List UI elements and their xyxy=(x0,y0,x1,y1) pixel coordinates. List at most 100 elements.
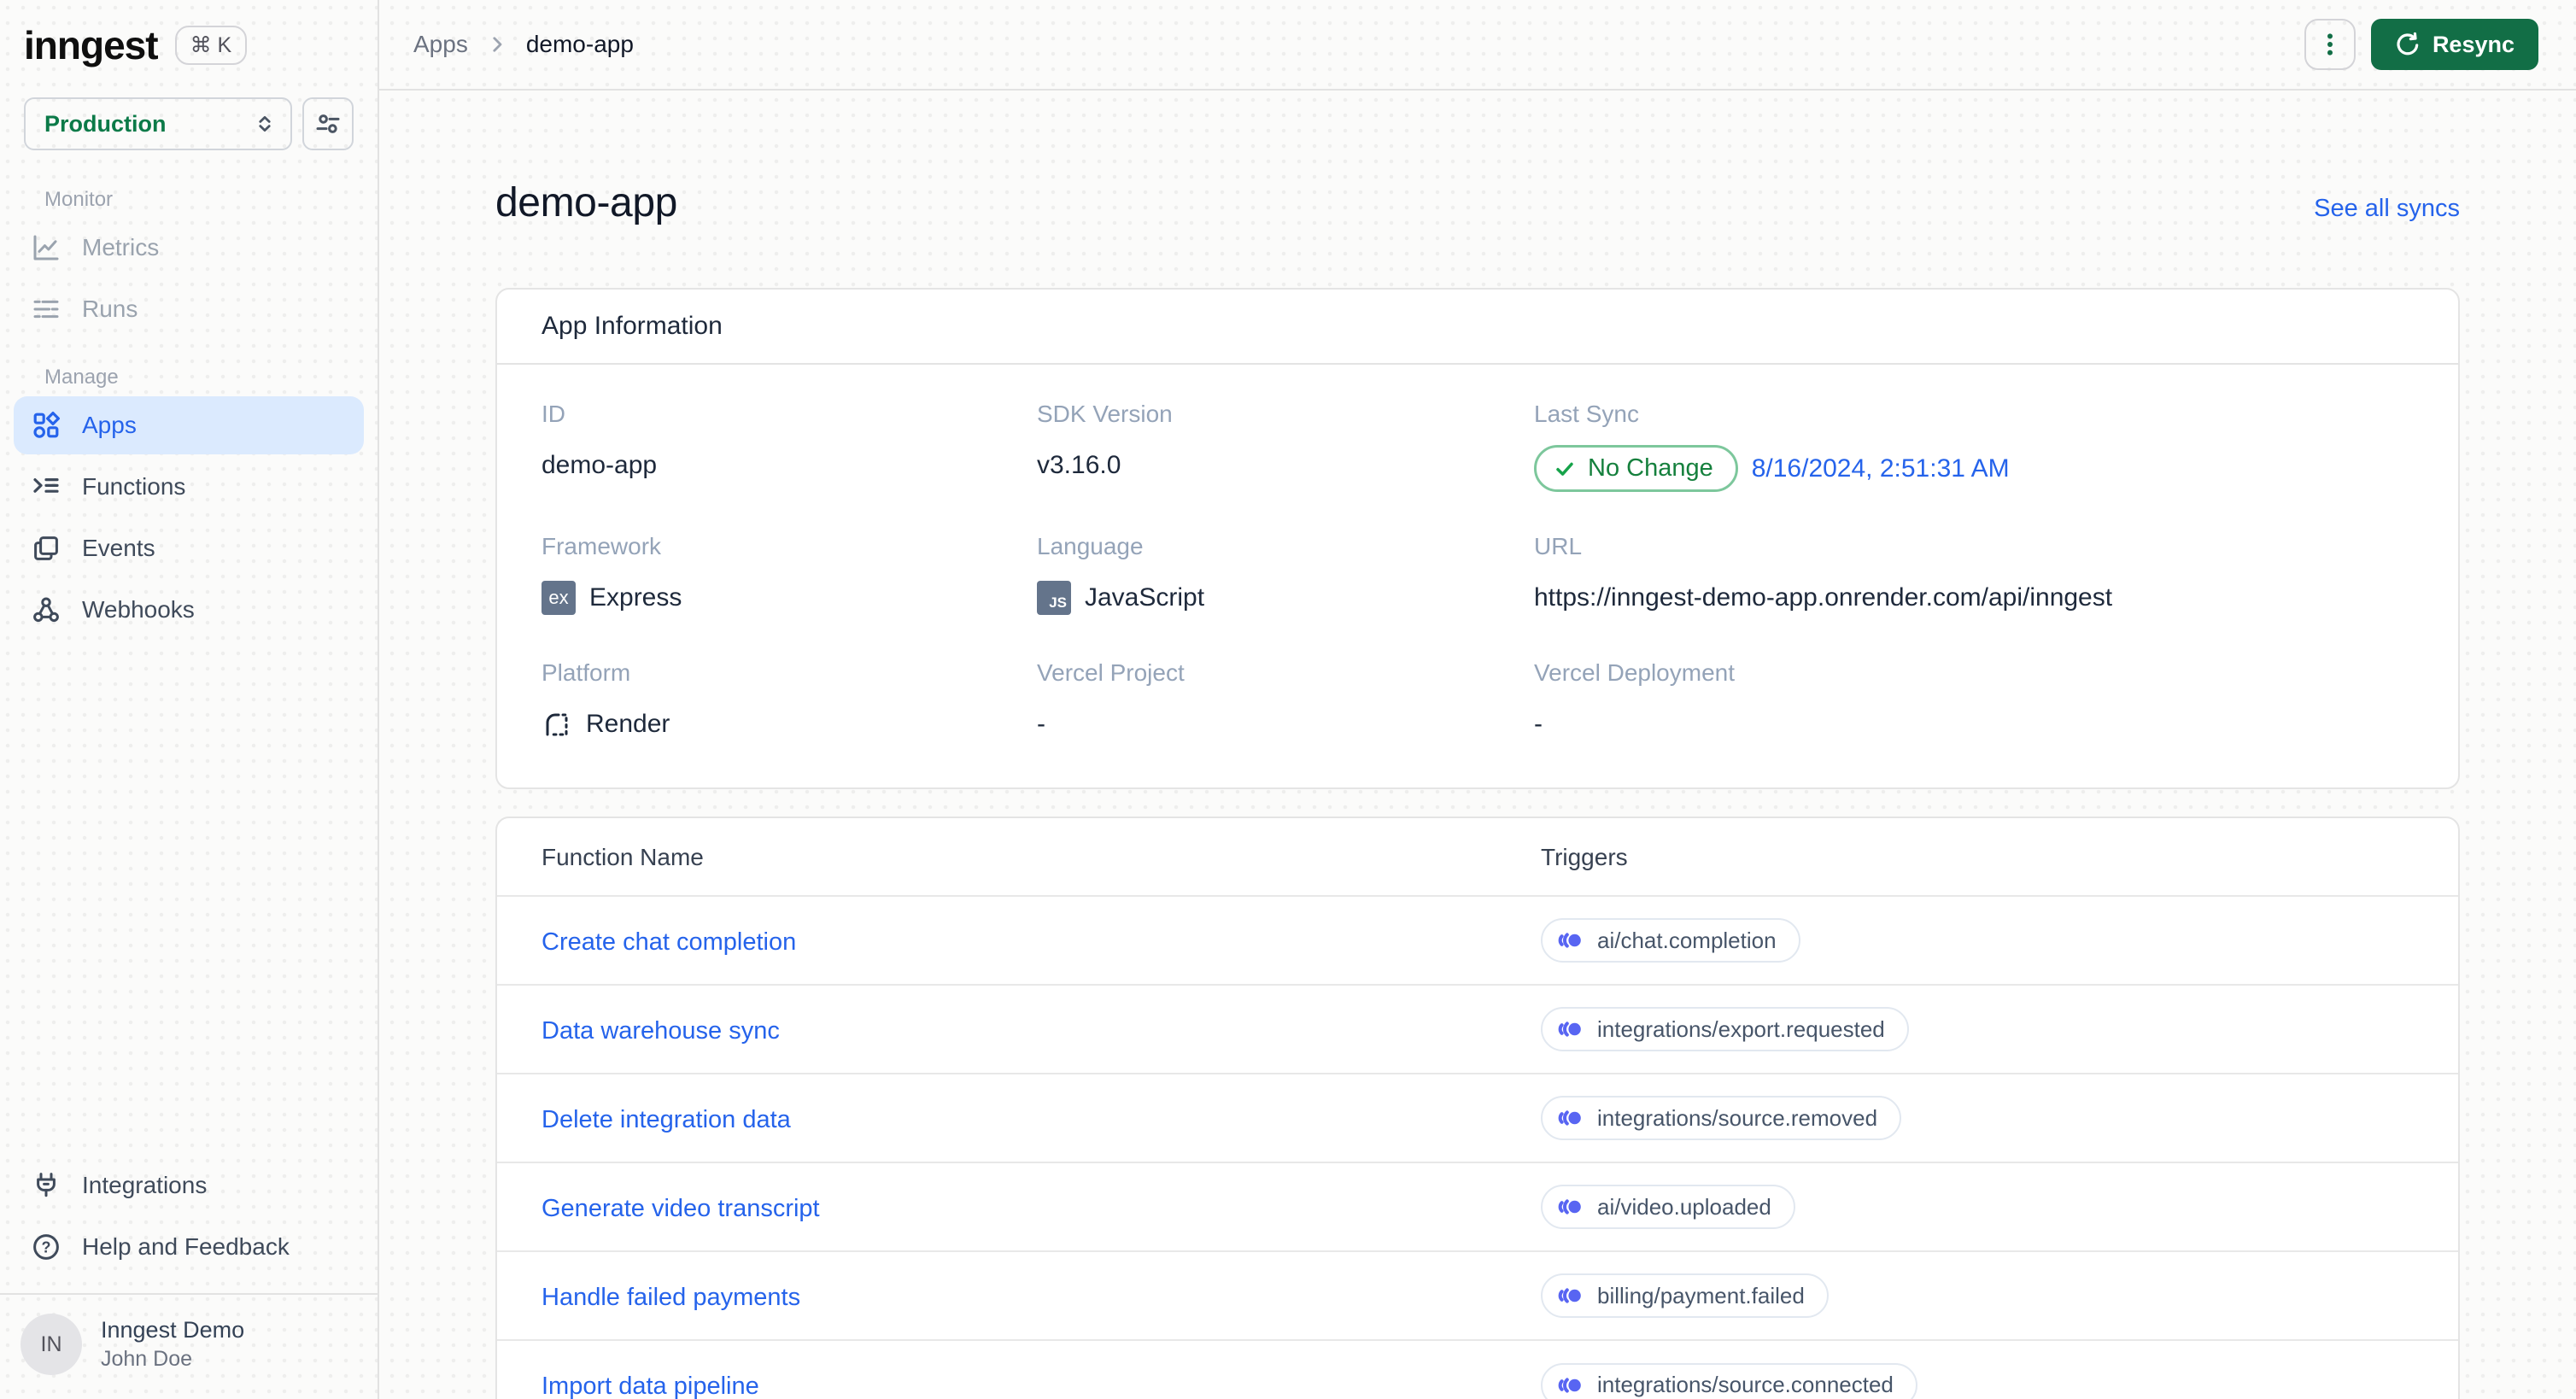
user-info: Inngest Demo John Doe xyxy=(101,1317,244,1372)
field-framework: Framework ex Express xyxy=(542,533,1037,618)
field-value: ex Express xyxy=(542,577,1037,618)
function-link[interactable]: Create chat completion xyxy=(542,928,796,956)
field-last-sync: Last Sync No Change 8/16/2024, 2:51:31 A… xyxy=(1534,401,2414,492)
sidebar-item-runs[interactable]: Runs xyxy=(14,280,364,338)
javascript-icon: JS xyxy=(1037,581,1071,615)
event-trigger-icon xyxy=(1556,1193,1584,1220)
no-change-label: No Change xyxy=(1588,454,1713,482)
field-value: No Change 8/16/2024, 2:51:31 AM xyxy=(1534,445,2414,492)
trigger-name: ai/video.uploaded xyxy=(1597,1193,1771,1220)
function-link[interactable]: Import data pipeline xyxy=(542,1373,759,1399)
last-sync-time-link[interactable]: 8/16/2024, 2:51:31 AM xyxy=(1752,454,2010,483)
command-k-shortcut[interactable]: ⌘ K xyxy=(174,26,248,65)
function-link[interactable]: Generate video transcript xyxy=(542,1195,820,1222)
trigger-badge: billing/payment.failed xyxy=(1541,1273,1829,1318)
main-area: Apps demo-app Resync demo-app See all sy… xyxy=(379,0,2576,1399)
user-org: Inngest Demo xyxy=(101,1317,245,1343)
title-row: demo-app See all syncs xyxy=(495,179,2460,226)
trigger-name: integrations/source.connected xyxy=(1597,1372,1894,1397)
field-sdk-version: SDK Version v3.16.0 xyxy=(1037,401,1534,492)
plug-icon xyxy=(31,1170,61,1201)
table-row: Delete integration data integrations/sou… xyxy=(497,1074,2458,1162)
user-menu[interactable]: IN Inngest Demo John Doe xyxy=(0,1295,378,1399)
sidebar-item-webhooks[interactable]: Webhooks xyxy=(14,581,364,639)
function-link[interactable]: Handle failed payments xyxy=(542,1284,800,1311)
field-label: URL xyxy=(1534,533,1583,559)
app-information-grid: ID demo-app SDK Version v3.16.0 Last Syn… xyxy=(497,365,2458,787)
resync-label: Resync xyxy=(2432,31,2515,57)
field-label: Framework xyxy=(542,533,662,559)
trigger-name: integrations/source.removed xyxy=(1597,1104,1878,1131)
resync-button[interactable]: Resync xyxy=(2370,19,2538,70)
sidebar: inngest ⌘ K Production Monitor Metrics R… xyxy=(0,0,379,1399)
runs-list-icon xyxy=(31,294,61,325)
field-platform: Platform Render xyxy=(542,659,1037,745)
field-label: SDK Version xyxy=(1037,401,1173,427)
function-link[interactable]: Data warehouse sync xyxy=(542,1017,780,1045)
sidebar-item-apps[interactable]: Apps xyxy=(14,396,364,454)
resync-icon xyxy=(2395,32,2421,57)
sidebar-item-label: Help and Feedback xyxy=(82,1233,290,1260)
table-row: Import data pipeline integrations/source… xyxy=(497,1340,2458,1399)
field-value: v3.16.0 xyxy=(1037,451,1121,479)
table-row: Data warehouse sync integrations/export.… xyxy=(497,985,2458,1074)
functions-table: Function Name Triggers Create chat compl… xyxy=(497,818,2458,1399)
trigger-badge: ai/chat.completion xyxy=(1541,918,1800,963)
sidebar-item-label: Metrics xyxy=(82,234,160,260)
apps-category-icon xyxy=(31,410,61,441)
webhook-icon xyxy=(31,594,61,625)
sidebar-item-label: Apps xyxy=(82,412,137,438)
section-label-monitor: Monitor xyxy=(44,188,114,211)
trigger-badge: integrations/export.requested xyxy=(1541,1007,1909,1051)
event-trigger-icon xyxy=(1556,1282,1584,1309)
app-more-menu-button[interactable] xyxy=(2304,19,2356,70)
app-information-card: App Information ID demo-app SDK Version … xyxy=(495,288,2460,789)
chevron-right-icon xyxy=(487,34,507,55)
sidebar-item-events[interactable]: Events xyxy=(14,519,364,577)
table-row: Handle failed payments billing/payment.f… xyxy=(497,1251,2458,1340)
trigger-name: integrations/export.requested xyxy=(1597,1016,1885,1042)
functions-icon xyxy=(31,471,61,502)
field-label: Last Sync xyxy=(1534,401,1639,427)
sidebar-item-integrations[interactable]: Integrations xyxy=(14,1156,364,1215)
environment-filter-button[interactable] xyxy=(302,97,354,150)
event-trigger-icon xyxy=(1556,1016,1584,1043)
svg-text:?: ? xyxy=(42,1238,51,1256)
field-value: - xyxy=(1037,710,1045,738)
render-icon xyxy=(542,709,572,740)
inngest-logo: inngest xyxy=(24,23,159,67)
section-label-manage: Manage xyxy=(44,366,119,389)
table-header-row: Function Name Triggers xyxy=(497,818,2458,896)
avatar: IN xyxy=(20,1314,82,1375)
sidebar-item-help[interactable]: ? Help and Feedback xyxy=(14,1218,364,1276)
field-value: Render xyxy=(542,704,1037,745)
column-function-name: Function Name xyxy=(542,844,704,870)
breadcrumb-apps[interactable]: Apps xyxy=(413,31,468,58)
sidebar-item-functions[interactable]: Functions xyxy=(14,458,364,516)
help-circle-icon: ? xyxy=(31,1232,61,1262)
breadcrumb: Apps demo-app xyxy=(413,31,634,58)
card-title: App Information xyxy=(497,290,2458,365)
breadcrumb-current: demo-app xyxy=(525,31,634,57)
environment-name: Production xyxy=(44,110,167,137)
sidebar-item-metrics[interactable]: Metrics xyxy=(14,219,364,277)
check-icon xyxy=(1554,458,1576,480)
trigger-badge: integrations/source.removed xyxy=(1541,1096,1902,1140)
environment-selector[interactable]: Production xyxy=(24,97,292,150)
field-label: ID xyxy=(542,401,565,427)
field-url: URL https://inngest-demo-app.onrender.co… xyxy=(1534,533,2414,618)
platform-name: Render xyxy=(586,710,670,738)
see-all-syncs-link[interactable]: See all syncs xyxy=(2314,195,2460,223)
field-label: Language xyxy=(1037,533,1144,559)
event-trigger-icon xyxy=(1556,927,1584,954)
field-value: JS JavaScript xyxy=(1037,577,1534,618)
trigger-name: billing/payment.failed xyxy=(1597,1282,1805,1308)
page-title: demo-app xyxy=(495,180,677,225)
events-windows-icon xyxy=(31,533,61,564)
top-bar: Apps demo-app Resync xyxy=(379,0,2576,91)
top-actions: Resync xyxy=(2304,19,2538,70)
function-link[interactable]: Delete integration data xyxy=(542,1106,791,1133)
field-vercel-project: Vercel Project - xyxy=(1037,659,1534,745)
field-label: Vercel Deployment xyxy=(1534,659,1736,686)
trigger-badge: ai/video.uploaded xyxy=(1541,1185,1795,1229)
